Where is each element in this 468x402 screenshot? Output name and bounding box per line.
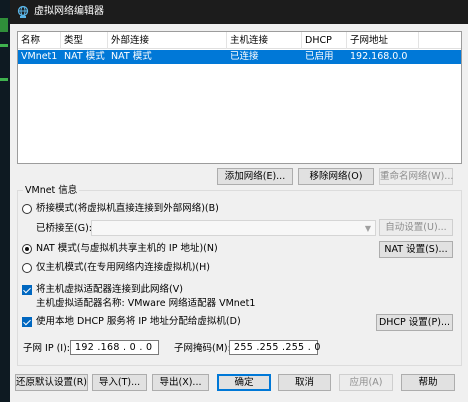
bridged-mode-radio[interactable]: [22, 204, 32, 214]
table-row[interactable]: VMnet1 NAT 模式 NAT 模式 已连接 已启用 192.168.0.0: [18, 50, 461, 64]
virtual-network-editor-window: 虚拟网络编辑器 名称 类型 外部连接 主机连接 DHCP 子网地址 VMnet1…: [10, 0, 468, 402]
adapter-name-text: 主机虚拟适配器名称: VMware 网络适配器 VMnet1: [36, 298, 256, 309]
remove-network-button[interactable]: 移除网络(O): [298, 168, 374, 185]
connect-adapter-label[interactable]: 将主机虚拟适配器连接到此网络(V): [36, 284, 183, 296]
cell-type: NAT 模式: [64, 51, 105, 62]
use-dhcp-label[interactable]: 使用本地 DHCP 服务将 IP 地址分配给虚拟机(D): [36, 316, 241, 328]
title-bar[interactable]: 虚拟网络编辑器: [10, 0, 468, 24]
cell-name: VMnet1: [21, 51, 58, 62]
cell-dhcp: 已启用: [305, 51, 334, 62]
nat-mode-label[interactable]: NAT 模式(与虚拟机共享主机的 IP 地址)(N): [36, 243, 218, 255]
subnet-mask-input[interactable]: 255 .255 .255 . 0: [229, 340, 320, 355]
chevron-down-icon: ▼: [364, 224, 371, 233]
column-header-host[interactable]: 主机连接: [227, 32, 302, 49]
rename-network-button[interactable]: 重命名网络(W)...: [379, 168, 453, 185]
host-only-label[interactable]: 仅主机模式(在专用网络内连接虚拟机)(H): [36, 262, 210, 274]
network-list[interactable]: 名称 类型 外部连接 主机连接 DHCP 子网地址 VMnet1 NAT 模式 …: [17, 31, 462, 164]
connect-adapter-checkbox[interactable]: [22, 285, 32, 295]
host-only-radio[interactable]: [22, 263, 32, 273]
vmnet-info-title: VMnet 信息: [23, 185, 80, 196]
subnet-ip-label: 子网 IP (I):: [23, 343, 70, 354]
nat-settings-button[interactable]: NAT 设置(S)...: [379, 241, 453, 258]
column-header-subnet[interactable]: 子网地址: [347, 32, 419, 49]
help-button[interactable]: 帮助: [401, 374, 455, 391]
background-desktop: [0, 0, 10, 402]
auto-settings-button[interactable]: 自动设置(U)...: [379, 219, 453, 236]
cancel-button[interactable]: 取消: [278, 374, 331, 391]
bridged-mode-label[interactable]: 桥接模式(将虚拟机直接连接到外部网络)(B): [36, 203, 219, 215]
nat-mode-radio[interactable]: [22, 244, 32, 254]
export-button[interactable]: 导出(X)...: [152, 374, 209, 391]
column-header-external[interactable]: 外部连接: [108, 32, 227, 49]
apply-button[interactable]: 应用(A): [339, 374, 393, 391]
cell-external: NAT 模式: [111, 51, 152, 62]
subnet-mask-label: 子网掩码(M):: [174, 343, 231, 354]
column-header-dhcp[interactable]: DHCP: [302, 32, 347, 49]
column-header-name[interactable]: 名称: [18, 32, 61, 49]
list-header: 名称 类型 外部连接 主机连接 DHCP 子网地址: [18, 32, 461, 49]
window-title: 虚拟网络编辑器: [34, 6, 104, 17]
restore-defaults-button[interactable]: 还原默认设置(R): [15, 374, 88, 391]
vmware-network-icon: [17, 5, 29, 18]
dhcp-settings-button[interactable]: DHCP 设置(P)...: [376, 314, 453, 331]
bridged-to-label: 已桥接至(G):: [36, 223, 92, 234]
background-decor: [0, 44, 8, 47]
background-decor: [0, 78, 8, 81]
add-network-button[interactable]: 添加网络(E)...: [217, 168, 293, 185]
column-header-type[interactable]: 类型: [61, 32, 108, 49]
import-button[interactable]: 导入(T)...: [92, 374, 147, 391]
background-decor: [0, 18, 8, 32]
use-dhcp-checkbox[interactable]: [22, 317, 32, 327]
bridged-to-select[interactable]: ▼: [91, 220, 376, 236]
cell-subnet: 192.168.0.0: [350, 51, 408, 62]
subnet-ip-input[interactable]: 192 .168 . 0 . 0: [70, 340, 159, 355]
ok-button[interactable]: 确定: [217, 374, 271, 391]
cell-host: 已连接: [230, 51, 259, 62]
